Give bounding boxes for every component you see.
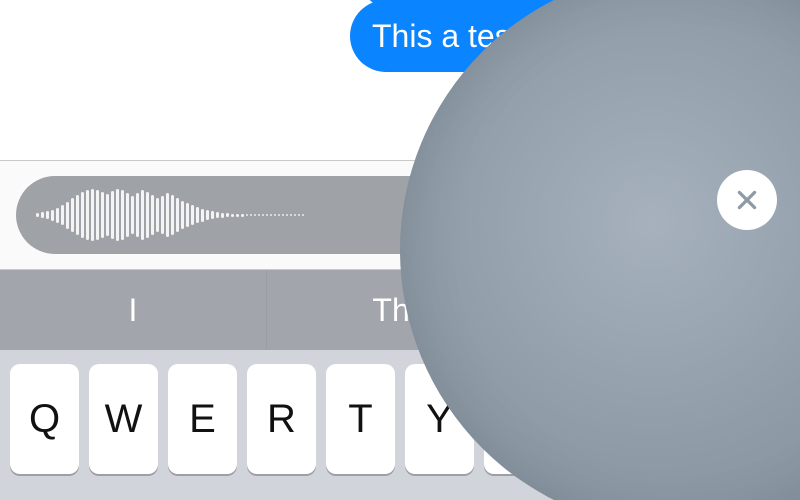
key-r[interactable]: R xyxy=(247,364,316,474)
key-e[interactable]: E xyxy=(168,364,237,474)
waveform-icon xyxy=(36,176,441,254)
key-t[interactable]: T xyxy=(326,364,395,474)
messages-screen: This a test mes 0:00 I The I'm Q W E R T… xyxy=(0,0,800,500)
cancel-button[interactable] xyxy=(717,170,777,230)
predictive-text: I xyxy=(129,292,138,329)
key-label: W xyxy=(105,397,143,442)
close-icon xyxy=(734,187,760,213)
key-label: Q xyxy=(29,397,60,442)
key-label: E xyxy=(189,397,216,442)
key-label: R xyxy=(267,397,296,442)
key-w[interactable]: W xyxy=(89,364,158,474)
key-label: T xyxy=(348,397,372,442)
key-q[interactable]: Q xyxy=(10,364,79,474)
predictive-suggestion[interactable]: I xyxy=(0,270,267,350)
